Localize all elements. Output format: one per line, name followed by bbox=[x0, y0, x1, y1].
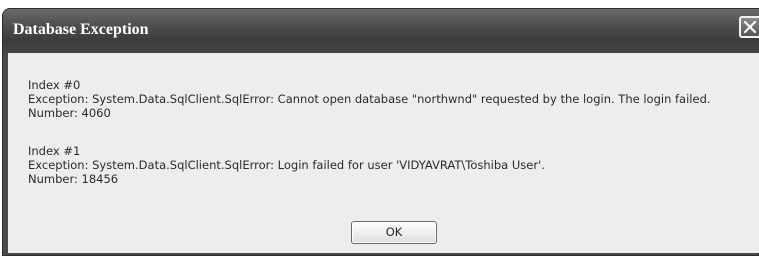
error-exception-0: Exception: System.Data.SqlClient.SqlErro… bbox=[28, 92, 711, 106]
close-icon bbox=[743, 20, 757, 34]
ok-button[interactable]: OK bbox=[351, 221, 437, 244]
dialog-window: Database Exception Index #0 Exception: S… bbox=[2, 8, 759, 256]
error-number-0: Number: 4060 bbox=[28, 106, 111, 120]
error-index-1: Index #1 bbox=[28, 144, 81, 158]
error-number-1: Number: 18456 bbox=[28, 172, 119, 186]
error-index-0: Index #0 bbox=[28, 78, 81, 92]
error-exception-1: Exception: System.Data.SqlClient.SqlErro… bbox=[28, 158, 545, 172]
close-button[interactable] bbox=[739, 16, 759, 38]
dialog-title: Database Exception bbox=[13, 21, 149, 38]
title-bar[interactable]: Database Exception bbox=[3, 9, 759, 53]
dialog-body: Index #0 Exception: System.Data.SqlClien… bbox=[8, 53, 759, 253]
